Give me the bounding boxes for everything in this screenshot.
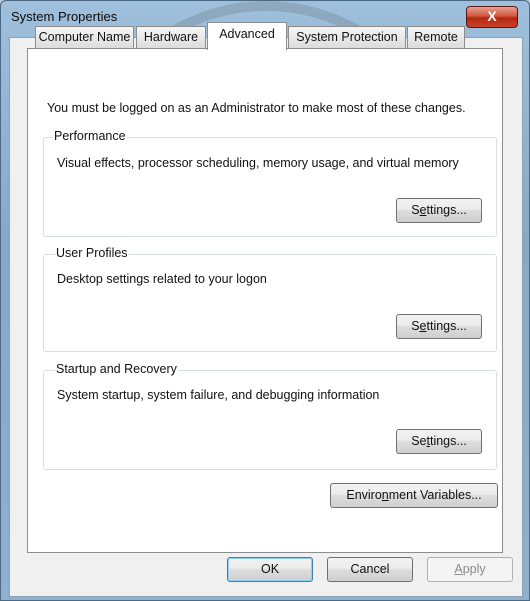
- close-icon: X: [487, 8, 497, 24]
- startup-recovery-settings-button[interactable]: Settings...: [396, 429, 482, 454]
- performance-description: Visual effects, processor scheduling, me…: [57, 156, 459, 170]
- startup-recovery-group-title: Startup and Recovery: [55, 362, 178, 376]
- ok-button[interactable]: OK: [227, 557, 313, 582]
- window-title: System Properties: [11, 9, 118, 24]
- tab-remote[interactable]: Remote: [407, 26, 465, 48]
- startup-recovery-group: [43, 370, 497, 470]
- performance-settings-button[interactable]: Settings...: [396, 198, 482, 223]
- admin-notice-text: You must be logged on as an Administrato…: [47, 101, 466, 115]
- tab-computer-name[interactable]: Computer Name: [35, 26, 134, 48]
- tab-hardware[interactable]: Hardware: [136, 26, 206, 48]
- user-profiles-description: Desktop settings related to your logon: [57, 272, 267, 286]
- close-button[interactable]: X: [466, 6, 518, 28]
- tab-system-protection[interactable]: System Protection: [288, 26, 406, 48]
- performance-group-title: Performance: [53, 129, 127, 143]
- startup-recovery-description: System startup, system failure, and debu…: [57, 388, 380, 402]
- user-profiles-group-title: User Profiles: [55, 246, 129, 260]
- tab-advanced[interactable]: Advanced: [207, 22, 287, 50]
- apply-button[interactable]: Apply: [427, 557, 513, 582]
- environment-variables-button[interactable]: Environment Variables...: [330, 483, 498, 508]
- cancel-button[interactable]: Cancel: [327, 557, 413, 582]
- user-profiles-settings-button[interactable]: Settings...: [396, 314, 482, 339]
